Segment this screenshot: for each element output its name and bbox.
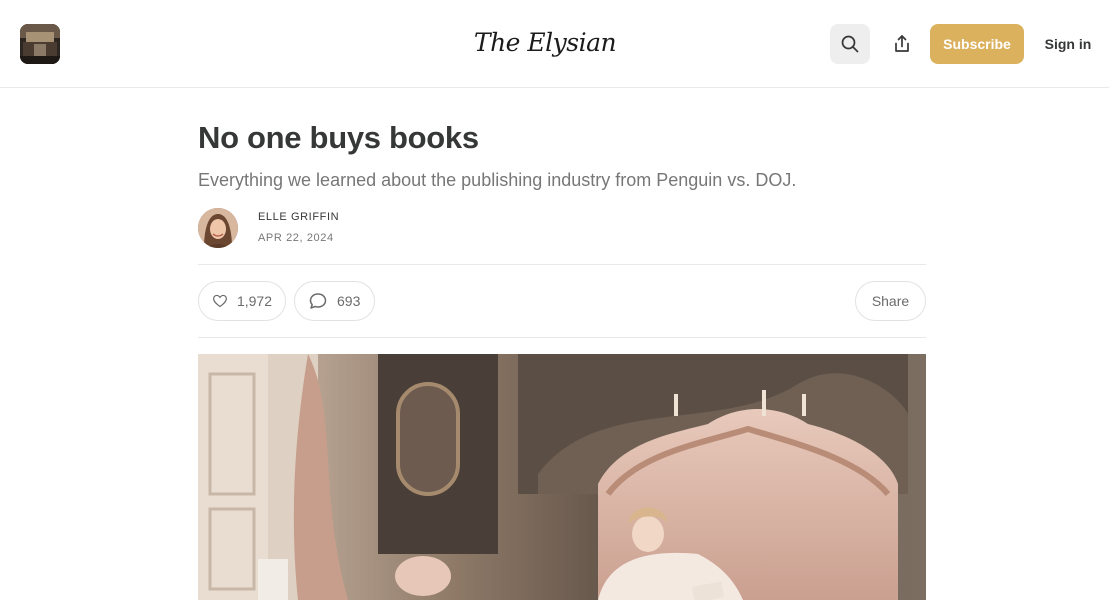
post-date: APR 22, 2024 [258,232,334,244]
comments-button[interactable]: 693 [294,281,375,321]
like-count: 1,972 [236,293,272,309]
post-subtitle: Everything we learned about the publishi… [198,170,797,190]
share-label: Share [871,293,910,309]
share-button[interactable]: Share [855,281,926,321]
publication-wordmark[interactable]: The Elysian [470,20,620,66]
share-upload-icon [895,35,909,52]
like-button[interactable]: 1,972 [198,281,286,321]
top-navigation-bar: The Elysian Subscribe Sign in [0,0,1109,88]
post-hero-image[interactable] [198,354,926,600]
heart-icon [212,294,227,308]
publication-logo-icon[interactable] [20,24,60,64]
search-icon [841,35,859,53]
author-avatar[interactable] [198,208,238,248]
author-name[interactable]: ELLE GRIFFIN [258,211,339,223]
divider [198,264,926,265]
sign-in-button[interactable]: Sign in [1036,24,1100,64]
share-header-button[interactable] [882,24,922,64]
post-title: No one buys books [198,120,479,155]
divider [198,337,926,338]
comment-bubble-icon [309,293,327,309]
comment-count: 693 [337,293,361,309]
search-button[interactable] [830,24,870,64]
subscribe-button[interactable]: Subscribe [930,24,1024,64]
